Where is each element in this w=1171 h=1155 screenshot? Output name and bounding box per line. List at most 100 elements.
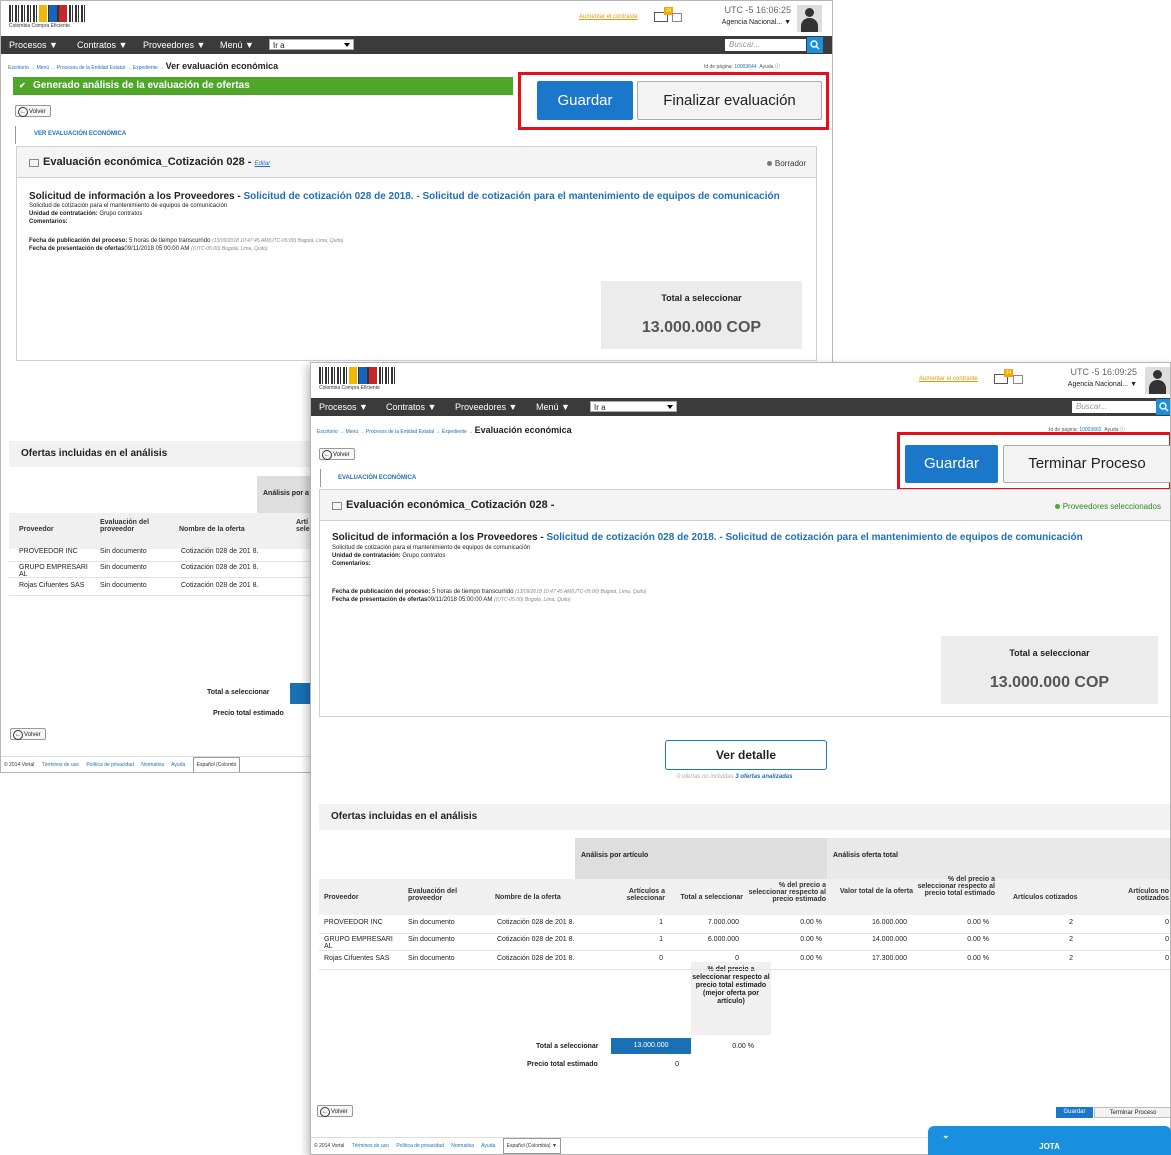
language-select[interactable]: Español (Colombi	[192, 757, 241, 772]
agency-selector[interactable]: Agencia Nacional... ▼	[1047, 381, 1137, 388]
row-art-sel: 1	[659, 919, 663, 926]
evaluation-panel: Evaluación económica_Cotización 028 - Ed…	[16, 146, 817, 361]
section-link[interactable]: EVALUACIÓN ECONÓMICA	[338, 475, 416, 481]
footer-normativa[interactable]: Normativa	[141, 762, 164, 768]
footer-normativa[interactable]: Normativa	[451, 1143, 474, 1149]
row-offer[interactable]: Cotización 028 de 201 8.	[181, 548, 261, 555]
footer-help[interactable]: Ayuda	[481, 1143, 495, 1149]
terminate-process-button-bottom[interactable]: Terminar Proceso	[1094, 1107, 1170, 1118]
main-nav: Procesos ▼ Contratos ▼ Proveedores ▼ Men…	[311, 398, 1170, 416]
footer-privacy[interactable]: Política de privacidad	[396, 1143, 444, 1149]
footer-copyright: © 2014 Vortal	[314, 1143, 345, 1149]
row-divider	[319, 933, 1170, 934]
row-eval: Sin documento	[408, 936, 455, 943]
logo-caption: Colombia Compra Eficiente	[9, 23, 70, 29]
row-total-sel: 0	[735, 955, 739, 962]
sum-total-label: Total a seleccionar	[207, 689, 270, 696]
calendar-icon[interactable]	[1013, 375, 1023, 384]
fecha-presentacion: Fecha de presentación de ofertas09/11/20…	[29, 246, 268, 252]
request-title: Solicitud de información a los Proveedor…	[332, 532, 1083, 543]
sum-total-label: Total a seleccionar	[536, 1043, 599, 1050]
edit-link[interactable]: Editar	[255, 161, 271, 167]
calendar-icon[interactable]	[672, 13, 682, 22]
user-avatar-icon[interactable]	[797, 5, 822, 32]
language-select[interactable]: Español (Colombia) ▼	[502, 1138, 561, 1154]
volver-button-bottom[interactable]: ← Volver	[317, 1105, 353, 1117]
col-nombre: Nombre de la oferta	[495, 894, 561, 901]
contrast-link[interactable]: Aumentar el contraste	[579, 14, 638, 20]
user-avatar-icon[interactable]	[1145, 367, 1170, 394]
terminate-process-button[interactable]: Terminar Proceso	[1003, 445, 1170, 483]
nav-proveedores[interactable]: Proveedores ▼	[143, 40, 205, 50]
jota-label: JOTA	[1039, 1142, 1060, 1151]
clock: UTC -5 16:09:25	[1070, 367, 1137, 377]
nav-procesos[interactable]: Procesos ▼	[9, 40, 58, 50]
jota-chat-widget[interactable]: ⌄ JOTA	[928, 1126, 1171, 1155]
total-label: Total a seleccionar	[1009, 648, 1090, 658]
fecha-publicacion: Fecha de publicación del proceso: 5 hora…	[332, 589, 647, 595]
row-offer[interactable]: Cotización 028 de 201 8.	[181, 564, 261, 571]
agency-selector[interactable]: Agencia Nacional... ▼	[701, 19, 791, 26]
footer-help[interactable]: Ayuda	[171, 762, 185, 768]
total-label: Total a seleccionar	[661, 293, 742, 303]
nav-menu[interactable]: Menú ▼	[220, 40, 254, 50]
save-button[interactable]: Guardar	[905, 445, 998, 483]
row-offer[interactable]: Cotización 028 de 201 8.	[181, 582, 261, 589]
row-name: PROVEEDOR INC	[19, 548, 78, 555]
back-arrow-icon: ←	[322, 450, 332, 460]
save-button-bottom[interactable]: Guardar	[1056, 1107, 1093, 1118]
row-total-sel: 6.000.000	[707, 936, 739, 943]
colombia-compra-logo[interactable]: Colombia Compra Eficiente	[319, 367, 397, 391]
row-no-cot: 0	[1165, 919, 1169, 926]
ir-a-select[interactable]: Ir a	[590, 401, 677, 412]
row-art-sel: 0	[659, 955, 663, 962]
panel-title: Evaluación económica_Cotización 028 -	[346, 499, 555, 511]
breadcrumb[interactable]: Escritorio → Menú → Procesos de la Entid…	[8, 61, 278, 71]
row-cot: 2	[1069, 919, 1073, 926]
nav-contratos[interactable]: Contratos ▼	[77, 40, 127, 50]
save-button[interactable]: Guardar	[537, 81, 633, 120]
row-eval: Sin documento	[100, 564, 147, 571]
volver-button[interactable]: ← Volver	[15, 105, 51, 117]
search-input[interactable]: Buscar...	[1072, 401, 1156, 413]
request-title: Solicitud de información a los Proveedor…	[29, 191, 780, 202]
nav-menu[interactable]: Menú ▼	[536, 402, 570, 412]
sum-price-label: Precio total estimado	[213, 710, 284, 717]
row-art-sel: 1	[659, 936, 663, 943]
footer-terms[interactable]: Términos de uso	[352, 1143, 389, 1149]
document-icon	[29, 159, 39, 167]
section-link[interactable]: VER EVALUACIÓN ECONÓMICA	[34, 131, 126, 137]
footer-privacy[interactable]: Política de privacidad	[86, 762, 134, 768]
total-value: 13.000.000 COP	[641, 319, 762, 336]
chevron-down-icon[interactable]: ⌄	[942, 1130, 950, 1141]
nav-proveedores[interactable]: Proveedores ▼	[455, 402, 517, 412]
detail-note[interactable]: 0 ofertas no incluidas 3 ofertas analiza…	[677, 774, 792, 780]
row-pct-total: 0.00 %	[967, 919, 989, 926]
nav-procesos[interactable]: Procesos ▼	[319, 402, 368, 412]
row-divider	[9, 595, 311, 596]
row-offer[interactable]: Cotización 028 de 201 8.	[497, 936, 577, 943]
row-offer[interactable]: Cotización 028 de 201 8.	[497, 919, 577, 926]
search-input[interactable]: Buscar...	[725, 39, 806, 51]
nav-contratos[interactable]: Contratos ▼	[386, 402, 436, 412]
row-cot: 2	[1069, 955, 1073, 962]
row-name: GRUPO EMPRESARI AL	[324, 936, 393, 950]
mail-icon[interactable]: 24	[994, 369, 1013, 384]
footer-terms[interactable]: Términos de uso	[42, 762, 79, 768]
contrast-link[interactable]: Aumentar el contraste	[919, 376, 978, 382]
volver-button[interactable]: ← Volver	[319, 448, 355, 460]
sum-pct-header: % del precio a seleccionar respecto al p…	[691, 962, 771, 1035]
view-detail-button[interactable]: Ver detalle	[665, 740, 827, 770]
search-icon[interactable]	[807, 37, 823, 53]
volver-button-bottom[interactable]: ← Volver	[10, 728, 46, 740]
mail-icon[interactable]: 24	[654, 7, 673, 22]
row-offer[interactable]: Cotización 028 de 201 8.	[497, 955, 577, 962]
breadcrumb[interactable]: Escritorio → Menú → Procesos de la Entid…	[317, 425, 572, 435]
colombia-compra-logo[interactable]: Colombia Compra Eficiente	[9, 5, 87, 29]
row-pct: 0.00 %	[800, 919, 822, 926]
search-icon[interactable]	[1156, 399, 1170, 415]
finish-evaluation-button[interactable]: Finalizar evaluación	[637, 81, 822, 120]
request-link[interactable]: Solicitud de cotización 028 de 2018. - S…	[244, 191, 780, 202]
ir-a-select[interactable]: Ir a	[269, 39, 354, 50]
request-link[interactable]: Solicitud de cotización 028 de 2018. - S…	[547, 532, 1083, 543]
